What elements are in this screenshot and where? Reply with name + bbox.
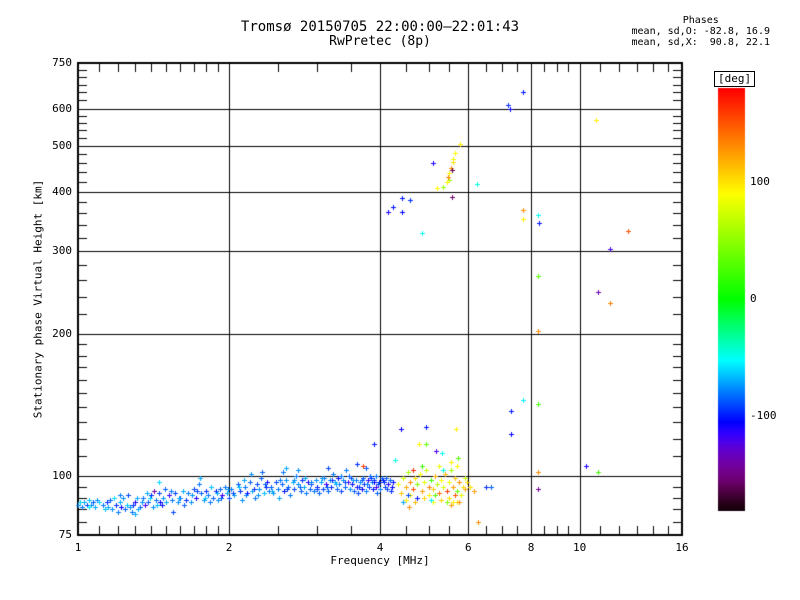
phase-mean-o: mean, sd,O: -82.8, 16.9 — [631, 26, 770, 37]
scatter-plot-canvas — [0, 0, 800, 600]
colorbar-tick-label: 100 — [750, 174, 770, 188]
ionogram-figure: Tromsø 20150705 22:00:00–22:01:43 RwPret… — [0, 0, 800, 600]
y-tick-label: 300 — [52, 243, 72, 257]
y-tick-label: 600 — [52, 101, 72, 115]
page-title: Tromsø 20150705 22:00:00–22:01:43 — [240, 19, 520, 35]
x-tick-label: 2 — [225, 541, 233, 554]
x-tick-label: 6 — [465, 541, 472, 554]
x-tick-label: 4 — [376, 541, 384, 554]
x-axis-label: Frequency [MHz] — [330, 554, 430, 567]
y-tick-label: 500 — [52, 139, 72, 153]
phase-stats-block: Phases mean, sd,O: -82.8, 16.9 mean, sd,… — [632, 15, 770, 48]
y-tick-label: 75 — [58, 528, 72, 541]
y-tick-label: 400 — [52, 184, 72, 198]
colorbar-unit-label: [deg] — [714, 71, 756, 87]
y-axis-label: Stationary phase Virtual Height [km] — [31, 179, 45, 419]
colorbar-tick-label: -100 — [750, 409, 777, 423]
phase-stats-header: Phases — [682, 15, 719, 26]
x-tick-label: 1 — [74, 541, 82, 554]
colorbar-tick-label: 0 — [750, 292, 757, 305]
y-tick-label: 100 — [52, 469, 72, 483]
x-tick-label: 16 — [675, 541, 689, 554]
y-tick-label: 750 — [52, 56, 72, 69]
phase-mean-x: mean, sd,X: 90.8, 22.1 — [631, 37, 770, 48]
page-subtitle: RwPretec (8p) — [329, 34, 431, 49]
y-tick-label: 200 — [52, 326, 72, 340]
x-tick-label: 10 — [572, 541, 587, 554]
x-tick-label: 8 — [527, 541, 535, 554]
